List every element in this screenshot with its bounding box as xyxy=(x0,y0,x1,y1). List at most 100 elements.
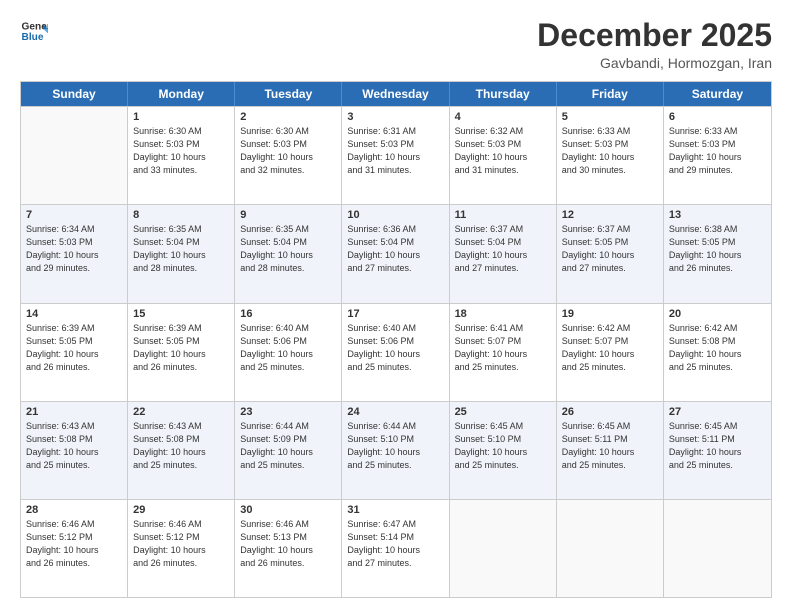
cell-info: Sunrise: 6:43 AM Sunset: 5:08 PM Dayligh… xyxy=(133,420,229,472)
cal-cell: 23Sunrise: 6:44 AM Sunset: 5:09 PM Dayli… xyxy=(235,402,342,499)
cell-info: Sunrise: 6:46 AM Sunset: 5:12 PM Dayligh… xyxy=(26,518,122,570)
cell-info: Sunrise: 6:37 AM Sunset: 5:05 PM Dayligh… xyxy=(562,223,658,275)
cal-cell: 22 Sunrise: 6:43 AM Sunset: 5:08 PM Dayli… xyxy=(128,402,235,499)
cell-day-number: 10 xyxy=(347,209,443,221)
page: General Blue December 2025 Gavbandi, Hor… xyxy=(0,0,792,612)
cell-info: Sunrise: 6:30 AM Sunset: 5:03 PM Dayligh… xyxy=(240,125,336,177)
cell-day-number: 24 xyxy=(347,406,443,418)
cal-cell: 18Sunrise: 6:41 AM Sunset: 5:07 PM Dayli… xyxy=(450,304,557,401)
header-day-saturday: Saturday xyxy=(664,82,771,106)
cell-day-number: 29 xyxy=(133,504,229,516)
cell-day-number: 20 xyxy=(669,308,766,320)
cal-cell: 31Sunrise: 6:47 AM Sunset: 5:14 PM Dayli… xyxy=(342,500,449,597)
header-day-monday: Monday xyxy=(128,82,235,106)
cal-cell: 24 Sunrise: 6:44 AM Sunset: 5:10 PM Dayli… xyxy=(342,402,449,499)
cell-info: Sunrise: 6:42 AM Sunset: 5:07 PM Dayligh… xyxy=(562,322,658,374)
header-day-tuesday: Tuesday xyxy=(235,82,342,106)
cal-cell: 27 Sunrise: 6:45 AM Sunset: 5:11 PM Dayli… xyxy=(664,402,771,499)
cell-info: Sunrise: 6:46 AM Sunset: 5:13 PM Dayligh… xyxy=(240,518,336,570)
cell-day-number: 26 xyxy=(562,406,658,418)
calendar-header: SundayMondayTuesdayWednesdayThursdayFrid… xyxy=(21,82,771,106)
cell-day-number: 1 xyxy=(133,111,229,123)
cell-day-number: 7 xyxy=(26,209,122,221)
logo-icon: General Blue xyxy=(20,18,48,46)
title-block: December 2025 Gavbandi, Hormozgan, Iran xyxy=(537,18,772,71)
cal-cell: 9 Sunrise: 6:35 AM Sunset: 5:04 PM Daylig… xyxy=(235,205,342,302)
cell-info: Sunrise: 6:45 AM Sunset: 5:10 PM Dayligh… xyxy=(455,420,551,472)
calendar-row-0: 1 Sunrise: 6:30 AM Sunset: 5:03 PM Daylig… xyxy=(21,106,771,204)
cell-day-number: 14 xyxy=(26,308,122,320)
header: General Blue December 2025 Gavbandi, Hor… xyxy=(20,18,772,71)
cal-cell: 7 Sunrise: 6:34 AM Sunset: 5:03 PM Daylig… xyxy=(21,205,128,302)
cell-day-number: 18 xyxy=(455,308,551,320)
cell-day-number: 19 xyxy=(562,308,658,320)
cell-info: Sunrise: 6:40 AM Sunset: 5:06 PM Dayligh… xyxy=(240,322,336,374)
cal-cell xyxy=(664,500,771,597)
cal-cell xyxy=(557,500,664,597)
cal-cell: 14 Sunrise: 6:39 AM Sunset: 5:05 PM Dayli… xyxy=(21,304,128,401)
calendar: SundayMondayTuesdayWednesdayThursdayFrid… xyxy=(20,81,772,598)
cell-day-number: 8 xyxy=(133,209,229,221)
cell-info: Sunrise: 6:33 AM Sunset: 5:03 PM Dayligh… xyxy=(669,125,766,177)
cell-day-number: 9 xyxy=(240,209,336,221)
cell-info: Sunrise: 6:45 AM Sunset: 5:11 PM Dayligh… xyxy=(669,420,766,472)
cell-day-number: 27 xyxy=(669,406,766,418)
cell-info: Sunrise: 6:31 AM Sunset: 5:03 PM Dayligh… xyxy=(347,125,443,177)
cell-info: Sunrise: 6:42 AM Sunset: 5:08 PM Dayligh… xyxy=(669,322,766,374)
cell-day-number: 16 xyxy=(240,308,336,320)
cal-cell: 26Sunrise: 6:45 AM Sunset: 5:11 PM Dayli… xyxy=(557,402,664,499)
cell-day-number: 3 xyxy=(347,111,443,123)
cal-cell: 12 Sunrise: 6:37 AM Sunset: 5:05 PM Dayli… xyxy=(557,205,664,302)
cell-info: Sunrise: 6:37 AM Sunset: 5:04 PM Dayligh… xyxy=(455,223,551,275)
cal-cell: 1Sunrise: 6:30 AM Sunset: 5:03 PM Daylig… xyxy=(128,107,235,204)
calendar-body: 1 Sunrise: 6:30 AM Sunset: 5:03 PM Daylig… xyxy=(21,106,771,597)
cell-info: Sunrise: 6:44 AM Sunset: 5:10 PM Dayligh… xyxy=(347,420,443,472)
cell-day-number: 30 xyxy=(240,504,336,516)
cal-cell: 30 Sunrise: 6:46 AM Sunset: 5:13 PM Dayli… xyxy=(235,500,342,597)
cal-cell: 16 Sunrise: 6:40 AM Sunset: 5:06 PM Dayli… xyxy=(235,304,342,401)
cell-day-number: 11 xyxy=(455,209,551,221)
cal-cell: 29Sunrise: 6:46 AM Sunset: 5:12 PM Dayli… xyxy=(128,500,235,597)
cal-cell: 8Sunrise: 6:35 AM Sunset: 5:04 PM Daylig… xyxy=(128,205,235,302)
cell-day-number: 4 xyxy=(455,111,551,123)
cell-info: Sunrise: 6:36 AM Sunset: 5:04 PM Dayligh… xyxy=(347,223,443,275)
svg-text:Blue: Blue xyxy=(22,32,44,43)
cell-day-number: 22 xyxy=(133,406,229,418)
cell-info: Sunrise: 6:39 AM Sunset: 5:05 PM Dayligh… xyxy=(26,322,122,374)
cell-day-number: 28 xyxy=(26,504,122,516)
cal-cell: 13Sunrise: 6:38 AM Sunset: 5:05 PM Dayli… xyxy=(664,205,771,302)
cal-cell: 5Sunrise: 6:33 AM Sunset: 5:03 PM Daylig… xyxy=(557,107,664,204)
cell-info: Sunrise: 6:32 AM Sunset: 5:03 PM Dayligh… xyxy=(455,125,551,177)
subtitle: Gavbandi, Hormozgan, Iran xyxy=(537,55,772,71)
cell-day-number: 13 xyxy=(669,209,766,221)
cal-cell: 11 Sunrise: 6:37 AM Sunset: 5:04 PM Dayli… xyxy=(450,205,557,302)
cal-cell: 17Sunrise: 6:40 AM Sunset: 5:06 PM Dayli… xyxy=(342,304,449,401)
cal-cell: 21Sunrise: 6:43 AM Sunset: 5:08 PM Dayli… xyxy=(21,402,128,499)
cell-day-number: 25 xyxy=(455,406,551,418)
cal-cell: 28 Sunrise: 6:46 AM Sunset: 5:12 PM Dayli… xyxy=(21,500,128,597)
cell-info: Sunrise: 6:34 AM Sunset: 5:03 PM Dayligh… xyxy=(26,223,122,275)
cell-day-number: 12 xyxy=(562,209,658,221)
cell-day-number: 21 xyxy=(26,406,122,418)
cal-cell xyxy=(21,107,128,204)
cell-day-number: 23 xyxy=(240,406,336,418)
header-day-thursday: Thursday xyxy=(450,82,557,106)
cell-info: Sunrise: 6:39 AM Sunset: 5:05 PM Dayligh… xyxy=(133,322,229,374)
cell-info: Sunrise: 6:35 AM Sunset: 5:04 PM Dayligh… xyxy=(240,223,336,275)
cal-cell: 6 Sunrise: 6:33 AM Sunset: 5:03 PM Daylig… xyxy=(664,107,771,204)
cal-cell: 2 Sunrise: 6:30 AM Sunset: 5:03 PM Daylig… xyxy=(235,107,342,204)
header-day-wednesday: Wednesday xyxy=(342,82,449,106)
logo: General Blue xyxy=(20,18,50,46)
header-day-sunday: Sunday xyxy=(21,82,128,106)
cell-day-number: 6 xyxy=(669,111,766,123)
month-title: December 2025 xyxy=(537,18,772,53)
cell-day-number: 2 xyxy=(240,111,336,123)
cell-info: Sunrise: 6:40 AM Sunset: 5:06 PM Dayligh… xyxy=(347,322,443,374)
cal-cell: 25 Sunrise: 6:45 AM Sunset: 5:10 PM Dayli… xyxy=(450,402,557,499)
cell-day-number: 5 xyxy=(562,111,658,123)
header-day-friday: Friday xyxy=(557,82,664,106)
cal-cell: 19 Sunrise: 6:42 AM Sunset: 5:07 PM Dayli… xyxy=(557,304,664,401)
calendar-row-4: 28 Sunrise: 6:46 AM Sunset: 5:12 PM Dayli… xyxy=(21,499,771,597)
cell-info: Sunrise: 6:47 AM Sunset: 5:14 PM Dayligh… xyxy=(347,518,443,570)
calendar-row-3: 21 Sunrise: 6:43 AM Sunset: 5:08 PM Dayli… xyxy=(21,401,771,499)
